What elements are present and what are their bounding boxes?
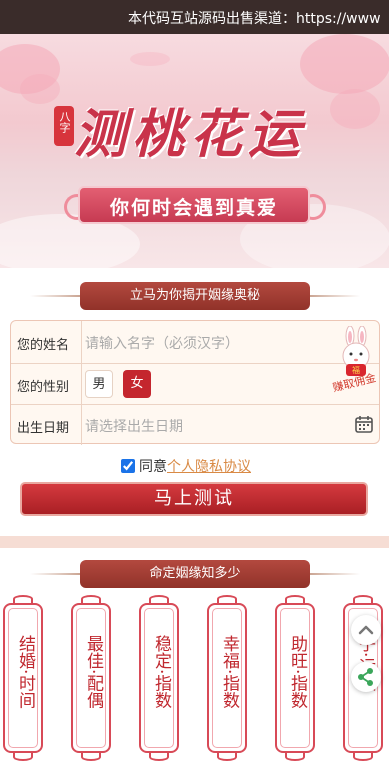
hero-banner: 八字 测桃花运 你何时会遇到真爱 xyxy=(0,34,389,268)
share-icon xyxy=(358,668,373,686)
heading-ornament xyxy=(308,295,360,297)
agreement-row: 同意个人隐私协议 xyxy=(121,456,251,476)
card-text: 幸福·指数 xyxy=(219,635,239,709)
start-test-button[interactable]: 马上测试 xyxy=(20,482,368,516)
section-separator xyxy=(0,536,389,548)
banner-ribbon: 你何时会遇到真爱 xyxy=(78,186,310,224)
feature-card[interactable]: 幸福·指数 xyxy=(207,595,247,761)
card-text: 稳定·指数 xyxy=(151,635,171,709)
blossom-decoration xyxy=(300,34,389,94)
notice-ticker: 本代码互站源码出售渠道：https://www xyxy=(0,0,389,34)
agreement-checkbox[interactable] xyxy=(121,459,135,473)
birth-row: 出生日期 请选择出生日期 xyxy=(11,405,379,445)
feature-card[interactable]: 结婚·时间 xyxy=(3,595,43,761)
share-button[interactable] xyxy=(351,662,381,692)
card-flourish xyxy=(353,753,373,761)
card-flourish xyxy=(81,595,101,603)
card-flourish xyxy=(13,753,33,761)
feature-card[interactable]: 稳定·指数 xyxy=(139,595,179,761)
card-text: 结婚·时间 xyxy=(15,635,35,709)
card-flourish xyxy=(353,595,373,603)
gender-label: 您的性别 xyxy=(17,380,70,395)
banner-title: 测桃花运 xyxy=(74,104,307,165)
gender-row: 您的性别 男 女 xyxy=(11,364,379,404)
bazi-badge-text: 八字 xyxy=(58,111,71,133)
info-form: 您的姓名 请输入名字（必须汉字） 您的性别 男 女 出生日期 请选择出生日期 xyxy=(10,320,380,445)
birth-date-input[interactable]: 请选择出生日期 xyxy=(85,416,183,436)
card-flourish xyxy=(13,595,33,603)
gender-male-button[interactable]: 男 xyxy=(85,370,113,398)
feature-card[interactable]: 助旺·指数 xyxy=(275,595,315,761)
card-flourish xyxy=(217,753,237,761)
cards-section-heading: 命定姻缘知多少 xyxy=(80,560,310,588)
scroll-top-button[interactable] xyxy=(351,615,381,645)
blossom-decoration xyxy=(330,89,380,129)
card-flourish xyxy=(149,753,169,761)
card-text: 助旺·指数 xyxy=(287,635,307,709)
notice-text: 本代码互站源码出售渠道：https://www xyxy=(128,11,381,27)
heading-ornament xyxy=(308,573,360,575)
name-label: 您的姓名 xyxy=(17,338,70,353)
banner-subtitle: 你何时会遇到真爱 xyxy=(109,197,278,219)
privacy-policy-link[interactable]: 个人隐私协议 xyxy=(167,459,251,475)
calendar-icon[interactable] xyxy=(354,414,374,434)
heading-ornament xyxy=(30,573,82,575)
card-flourish xyxy=(81,753,101,761)
chevron-up-icon xyxy=(358,625,374,635)
agreement-prefix: 同意 xyxy=(139,459,167,475)
card-flourish xyxy=(285,595,305,603)
card-flourish xyxy=(217,595,237,603)
card-flourish xyxy=(285,753,305,761)
blossom-decoration xyxy=(20,74,60,104)
blossom-decoration xyxy=(130,52,170,66)
heading-ornament xyxy=(30,295,82,297)
form-section-heading: 立马为你揭开姻缘奥秘 xyxy=(80,282,310,310)
gender-female-button[interactable]: 女 xyxy=(123,370,151,398)
bazi-badge: 八字 xyxy=(54,106,74,146)
name-row: 您的姓名 请输入名字（必须汉字） xyxy=(11,321,379,363)
name-input[interactable]: 请输入名字（必须汉字） xyxy=(85,333,239,353)
birth-label: 出生日期 xyxy=(17,421,70,436)
card-flourish xyxy=(149,595,169,603)
card-text: 最佳·配偶 xyxy=(83,635,103,709)
feature-card[interactable]: 最佳·配偶 xyxy=(71,595,111,761)
